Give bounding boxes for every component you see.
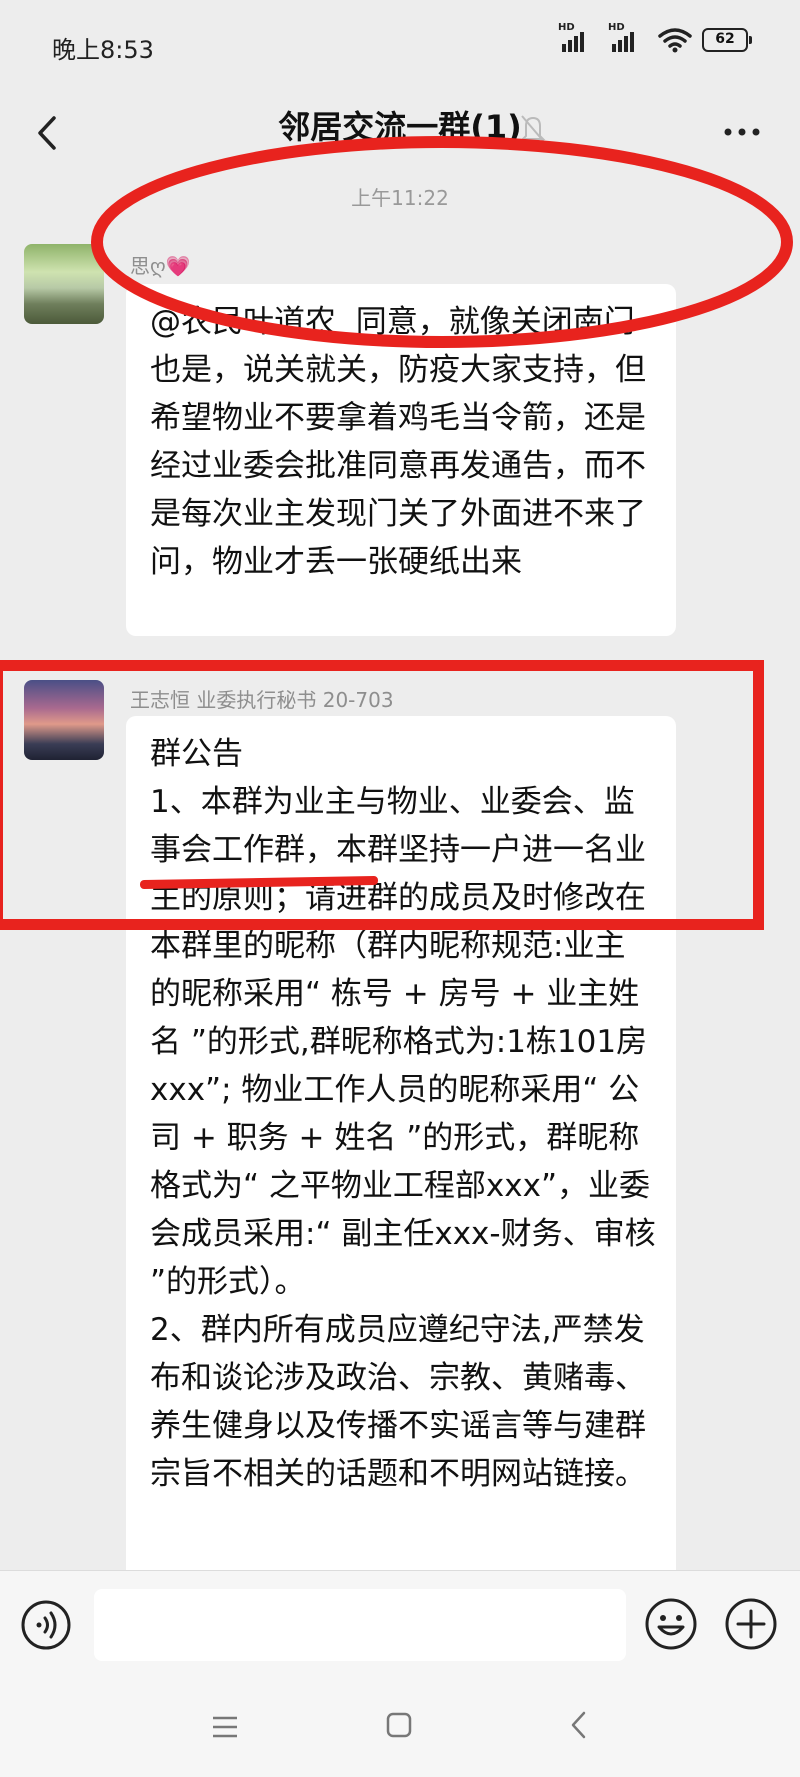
emoji-icon[interactable] — [644, 1597, 698, 1651]
wifi-icon — [658, 28, 692, 53]
message-bubble[interactable]: @农民叶道农 同意，就像关闭南门也是，说关就关，防疫大家支持，但希望物业不要拿着… — [126, 284, 676, 636]
voice-icon[interactable] — [20, 1599, 72, 1651]
battery-level: 62 — [715, 31, 735, 47]
battery-icon: 62 — [702, 28, 752, 52]
mute-bell-icon — [520, 115, 546, 145]
status-bar: 晚上8:53 HD HD 62 — [0, 0, 800, 90]
chat-title: 邻居交流一群(1) — [278, 108, 522, 146]
nav-back-icon[interactable] — [564, 1708, 594, 1742]
nav-menu-icon[interactable] — [210, 1712, 240, 1742]
signal-icon: HD — [558, 22, 598, 54]
avatar[interactable] — [24, 680, 104, 760]
sender-name: 思ღ💗 — [130, 254, 191, 278]
message-input[interactable] — [94, 1589, 626, 1661]
message-timestamp: 上午11:22 — [351, 186, 449, 210]
avatar[interactable] — [24, 244, 104, 324]
system-nav-bar — [0, 1678, 800, 1777]
nav-home-icon[interactable] — [384, 1710, 414, 1740]
status-icons: HD HD 62 — [558, 22, 752, 54]
more-dots-icon[interactable] — [720, 112, 764, 152]
signal-icon: HD — [608, 22, 648, 54]
chat-header: 邻居交流一群(1) — [0, 90, 800, 180]
plus-icon[interactable] — [724, 1597, 778, 1651]
sender-name: 王志恒 业委执行秘书 20-703 — [130, 688, 394, 712]
message-bubble[interactable]: 群公告 1、本群为业主与物业、业委会、监事会工作群，本群坚持一户进一名业主的原则… — [126, 716, 676, 1596]
status-time: 晚上8:53 — [52, 36, 154, 64]
input-bar — [0, 1570, 800, 1679]
